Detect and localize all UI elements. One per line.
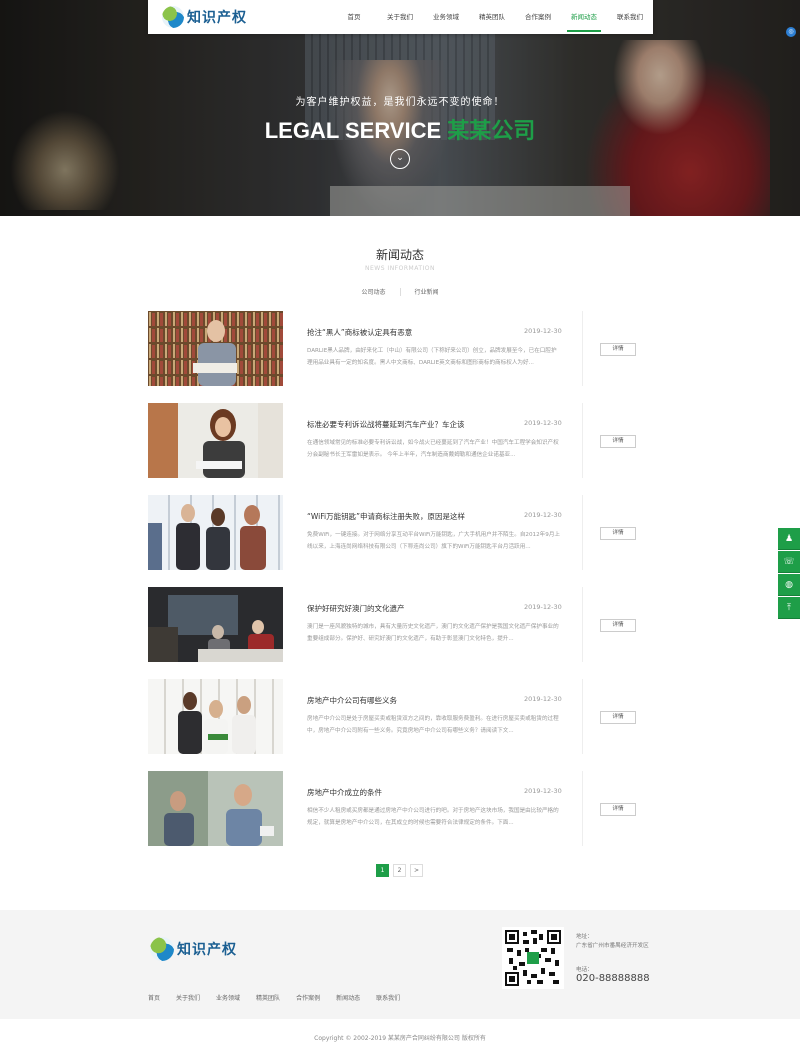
hero-title: LEGAL SERVICE 某某公司 — [0, 113, 800, 145]
address-value: 广东省广州市番禺经济开发区 — [576, 943, 649, 949]
news-thumbnail[interactable] — [148, 495, 283, 570]
logo-text: 知识产权 — [187, 10, 247, 26]
news-item[interactable]: 房地产中介成立的条件 2019-12-30 相信不少人租房或买房都是通过房地产中… — [148, 771, 652, 846]
news-title[interactable]: “WiFi万能钥匙”申请商标注册失败，原因是这样 — [307, 511, 465, 522]
detail-button[interactable]: 详情 — [600, 803, 636, 816]
detail-button[interactable]: 详情 — [600, 711, 636, 724]
nav-item-team[interactable]: 精英团队 — [469, 0, 515, 34]
section-title: 新闻动态 — [375, 248, 424, 262]
wechat-icon[interactable]: ◍ — [778, 574, 800, 596]
news-desc: 在通信领域常见的标准必要专利诉讼战，如今战火已经蔓延到了汽车产业！中国汽车工程学… — [307, 440, 559, 458]
news-tabs: 公司动态 行业新闻 — [0, 287, 800, 296]
news-date: 2019-12-30 — [524, 603, 562, 611]
news-thumbnail[interactable] — [148, 587, 283, 662]
news-item[interactable]: 房地产中介公司有哪些义务 2019-12-30 房地产中介公司是处于房屋买卖或租… — [148, 679, 652, 754]
footer: 知识产权 首页 关于我们 业务领域 精英团队 合作案例 新闻动态 联系我们 地址… — [0, 910, 800, 1019]
footer-link-business[interactable]: 业务领域 — [216, 993, 240, 1002]
copyright: Copyright © 2002-2019 某某房产合同纠纷有限公司 版权所有 — [314, 1035, 486, 1042]
hero-title-white: LEGAL SERVICE — [264, 118, 442, 143]
footer-link-team[interactable]: 精英团队 — [256, 993, 280, 1002]
nav-item-business[interactable]: 业务领域 — [423, 0, 469, 34]
news-date: 2019-12-30 — [524, 695, 562, 703]
news-thumbnail[interactable] — [148, 771, 283, 846]
address-label: 地址： — [576, 934, 593, 940]
nav-item-contact[interactable]: 联系我们 — [607, 0, 653, 34]
hero-subtitle: 为客户维护权益，是我们永远不变的使命！ — [295, 97, 505, 108]
tel-label: 电话： — [576, 967, 593, 973]
news-item[interactable]: “WiFi万能钥匙”申请商标注册失败，原因是这样 2019-12-30 免费Wi… — [148, 495, 652, 570]
page-1[interactable]: 1 — [376, 864, 389, 877]
news-desc: DARLIE黑人品牌，由好来化工（中山）有限公司（下称好来公司）创立，品牌发展至… — [307, 348, 557, 366]
footer-nav: 首页 关于我们 业务领域 精英团队 合作案例 新闻动态 联系我们 — [148, 993, 416, 1002]
logo-mark-icon — [162, 6, 184, 28]
hero-title-green: 某某公司 — [447, 118, 536, 143]
news-desc: 澳门是一座风貌独特的城市，具有大量历史文化遗产，澳门的文化遗产保护是我国文化遗产… — [307, 624, 559, 642]
news-item[interactable]: 标准必要专利诉讼战将蔓延到汽车产业？车企该 2019-12-30 在通信领域常见… — [148, 403, 652, 478]
news-title[interactable]: 房地产中介成立的条件 — [307, 787, 382, 798]
footer-link-home[interactable]: 首页 — [148, 993, 160, 1002]
nav-item-news[interactable]: 新闻动态 — [561, 0, 607, 34]
news-desc: 房地产中介公司是处于房屋买卖或租赁双方之间的，靠收取服务费盈利。在进行房屋买卖或… — [307, 716, 559, 734]
news-list: 抢注“黑人”商标被认定具有恶意 2019-12-30 DARLIE黑人品牌，由好… — [148, 311, 652, 863]
news-desc: 免费WiFi，一键连接。对于网络分享互动平台WiFi万能钥匙，广大手机用户并不陌… — [307, 532, 561, 550]
news-title[interactable]: 房地产中介公司有哪些义务 — [307, 695, 397, 706]
section-subtitle: NEWS INFORMATION — [365, 265, 435, 272]
page-2[interactable]: 2 — [393, 864, 406, 877]
news-title[interactable]: 抢注“黑人”商标被认定具有恶意 — [307, 327, 412, 338]
tab-company-news[interactable]: 公司动态 — [347, 287, 399, 296]
nav-item-about[interactable]: 关于我们 — [377, 0, 423, 34]
news-desc: 相信不少人租房或买房都是通过房地产中介公司进行的吧。对于房地产这块市场，我国是由… — [307, 808, 559, 826]
nav-item-home[interactable]: 首页 — [331, 0, 377, 34]
qr-code — [502, 927, 564, 989]
news-date: 2019-12-30 — [524, 511, 562, 519]
detail-button[interactable]: 详情 — [600, 343, 636, 356]
news-date: 2019-12-30 — [524, 419, 562, 427]
footer-link-cases[interactable]: 合作案例 — [296, 993, 320, 1002]
main-nav: 首页 关于我们 业务领域 精英团队 合作案例 新闻动态 联系我们 — [331, 0, 653, 34]
news-thumbnail[interactable] — [148, 311, 283, 386]
footer-logo[interactable]: 知识产权 — [150, 937, 237, 961]
phone-icon[interactable]: ☏ — [778, 551, 800, 573]
detail-button[interactable]: 详情 — [600, 527, 636, 540]
tab-industry-news[interactable]: 行业新闻 — [401, 287, 453, 296]
pagination: 1 2 > — [376, 864, 427, 877]
detail-button[interactable]: 详情 — [600, 619, 636, 632]
top-navbar: 知识产权 首页 关于我们 业务领域 精英团队 合作案例 新闻动态 联系我们 — [148, 0, 653, 34]
logo-mark-icon — [150, 937, 174, 961]
footer-link-about[interactable]: 关于我们 — [176, 993, 200, 1002]
tel-value: 020-88888888 — [576, 973, 650, 984]
news-thumbnail[interactable] — [148, 403, 283, 478]
news-title[interactable]: 保护好研究好澳门的文化遗产 — [307, 603, 405, 614]
footer-link-contact[interactable]: 联系我们 — [376, 993, 400, 1002]
nav-item-cases[interactable]: 合作案例 — [515, 0, 561, 34]
footer-logo-text: 知识产权 — [177, 942, 237, 958]
site-logo[interactable]: 知识产权 — [162, 6, 247, 28]
back-to-top-icon[interactable]: ⤒ — [778, 597, 800, 619]
news-title[interactable]: 标准必要专利诉讼战将蔓延到汽车产业？车企该 — [307, 419, 465, 430]
news-item[interactable]: 抢注“黑人”商标被认定具有恶意 2019-12-30 DARLIE黑人品牌，由好… — [148, 311, 652, 386]
news-item[interactable]: 保护好研究好澳门的文化遗产 2019-12-30 澳门是一座风貌独特的城市，具有… — [148, 587, 652, 662]
next-page-button[interactable]: > — [410, 864, 423, 877]
news-thumbnail[interactable] — [148, 679, 283, 754]
news-date: 2019-12-30 — [524, 327, 562, 335]
qq-icon[interactable]: ♟ — [778, 528, 800, 550]
news-date: 2019-12-30 — [524, 787, 562, 795]
scroll-down-icon[interactable]: ⌄ — [390, 149, 410, 169]
detail-button[interactable]: 详情 — [600, 435, 636, 448]
footer-link-news[interactable]: 新闻动态 — [336, 993, 360, 1002]
globe-icon[interactable]: ◎ — [786, 27, 796, 37]
